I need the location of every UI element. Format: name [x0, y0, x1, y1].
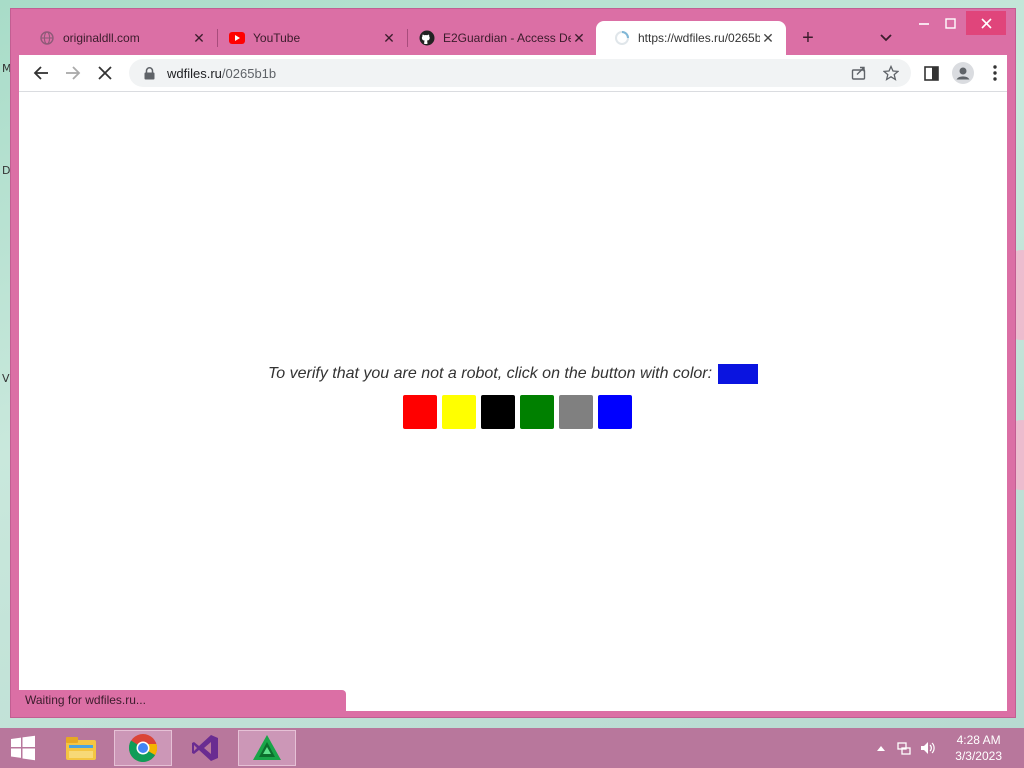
tab-originaldll[interactable]: originaldll.com ✕ — [21, 21, 217, 55]
system-tray — [874, 728, 940, 768]
captcha-prompt: To verify that you are not a robot, clic… — [19, 364, 1007, 384]
tab-label: E2Guardian - Access De — [443, 31, 571, 45]
show-hidden-icons-icon[interactable] — [874, 745, 888, 751]
menu-kebab-icon[interactable] — [981, 59, 1009, 87]
tab-label: YouTube — [253, 31, 301, 45]
tab-strip: originaldll.com ✕ YouTube ✕ E2Guardian -… — [11, 9, 1015, 55]
tab-label: https://wdfiles.ru/0265b — [638, 31, 760, 45]
chrome-icon — [128, 734, 158, 762]
tab-youtube[interactable]: YouTube ✕ — [211, 21, 407, 55]
close-tab-icon[interactable]: ✕ — [760, 30, 776, 47]
visual-studio-button[interactable] — [176, 730, 234, 766]
address-bar[interactable]: wdfiles.ru/0265b1b — [129, 59, 911, 87]
color-button-blue[interactable] — [597, 395, 632, 429]
browser-window: originaldll.com ✕ YouTube ✕ E2Guardian -… — [10, 8, 1016, 718]
close-tab-icon[interactable]: ✕ — [381, 30, 397, 47]
forward-button[interactable] — [59, 59, 87, 87]
tab-e2guardian[interactable]: E2Guardian - Access De ✕ — [401, 21, 597, 55]
green-triangle-app-icon — [253, 735, 281, 760]
status-bubble: Waiting for wdfiles.ru... — [19, 690, 346, 711]
green-app-button[interactable] — [238, 730, 296, 766]
stop-loading-button[interactable] — [91, 59, 119, 87]
tab-search-chevron-icon[interactable] — [874, 26, 898, 50]
github-icon — [419, 30, 435, 46]
color-button-gray[interactable] — [558, 395, 593, 429]
color-button-row — [19, 395, 1007, 429]
tab-label: originaldll.com — [63, 31, 140, 45]
url-text: wdfiles.ru/0265b1b — [167, 66, 276, 81]
clock-date: 3/3/2023 — [955, 749, 1002, 763]
network-icon[interactable] — [892, 740, 916, 756]
start-icon — [11, 735, 35, 761]
new-tab-button[interactable]: + — [796, 26, 820, 50]
lock-icon — [141, 65, 157, 81]
page-content: To verify that you are not a robot, clic… — [19, 91, 1007, 711]
url-path: /0265b1b — [221, 65, 277, 81]
back-button[interactable] — [27, 59, 55, 87]
maximize-button[interactable] — [935, 11, 965, 35]
profile-avatar-icon[interactable] — [949, 59, 977, 87]
youtube-icon — [229, 30, 245, 46]
taskbar-clock[interactable]: 4:28 AM 3/3/2023 — [955, 732, 1002, 764]
file-explorer-button[interactable] — [52, 730, 110, 766]
clock-time: 4:28 AM — [956, 733, 1001, 747]
globe-icon — [39, 30, 55, 46]
color-button-green[interactable] — [519, 395, 554, 429]
volume-icon[interactable] — [916, 740, 940, 756]
start-button[interactable] — [0, 730, 52, 766]
bookmark-star-icon[interactable] — [877, 59, 905, 87]
url-domain: wdfiles.ru — [167, 65, 222, 81]
close-window-button[interactable] — [966, 11, 1006, 35]
chrome-taskbar-button[interactable] — [114, 730, 172, 766]
tab-wdfiles-active[interactable]: https://wdfiles.ru/0265b ✕ — [596, 21, 786, 55]
loading-spinner-icon — [614, 30, 630, 46]
file-explorer-icon — [66, 737, 96, 760]
close-tab-icon[interactable]: ✕ — [571, 30, 587, 47]
target-color-swatch — [718, 364, 759, 384]
visual-studio-icon — [192, 735, 218, 761]
share-icon[interactable] — [845, 59, 873, 87]
captcha-instruction-text: To verify that you are not a robot, clic… — [267, 365, 713, 382]
taskbar: 4:28 AM 3/3/2023 — [0, 728, 1024, 768]
color-button-yellow[interactable] — [441, 395, 476, 429]
browser-toolbar: wdfiles.ru/0265b1b — [19, 55, 1007, 91]
side-panel-icon[interactable] — [917, 59, 945, 87]
color-button-red[interactable] — [402, 395, 437, 429]
desktop-label-v: V — [2, 372, 10, 385]
close-tab-icon[interactable]: ✕ — [191, 30, 207, 47]
color-button-black[interactable] — [480, 395, 515, 429]
